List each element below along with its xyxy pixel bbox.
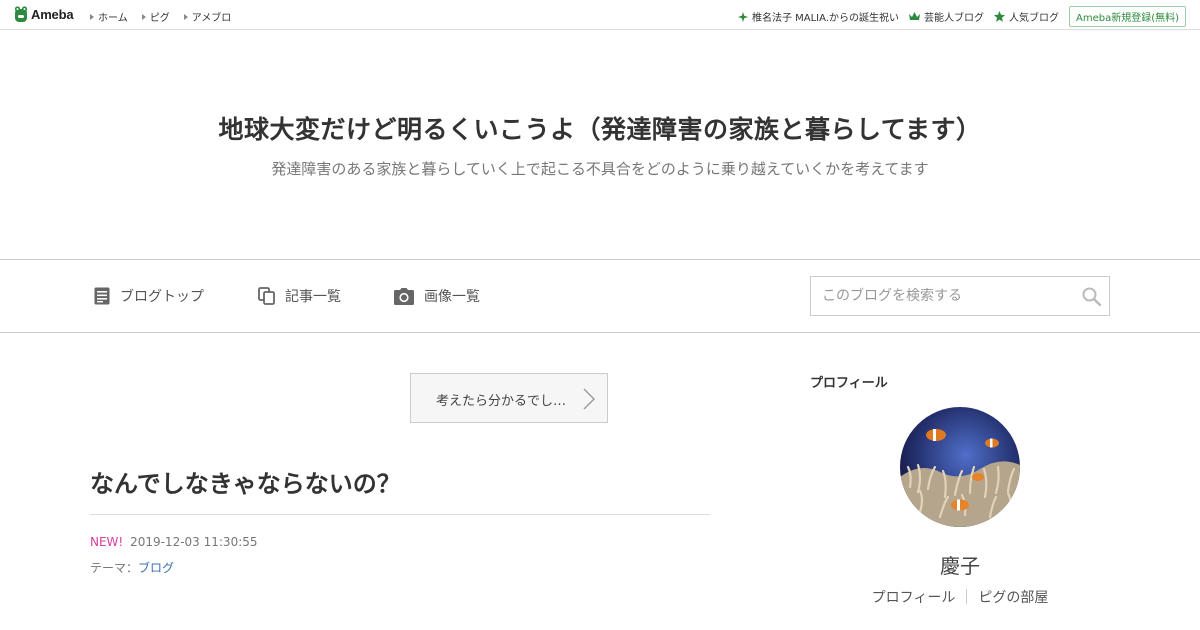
promo-link-label: 人気ブログ: [1008, 13, 1059, 24]
prev-entry-label: 考えたら分かるでし…: [436, 394, 567, 409]
avatar[interactable]: [900, 407, 1020, 527]
pigg-room-link[interactable]: ピグの部屋: [967, 587, 1059, 607]
profile-link[interactable]: プロフィール: [861, 587, 967, 607]
promo-link-celebrity[interactable]: 芸能人ブログ: [908, 9, 984, 24]
global-nav-label: ピグ: [149, 13, 170, 24]
star-icon: [993, 11, 1005, 22]
search-icon[interactable]: [1082, 287, 1101, 306]
promo-link-birthday[interactable]: 椎名法子 MALIA.からの誕生祝い: [737, 9, 899, 24]
copy-icon: [258, 287, 275, 305]
nav-blog-top[interactable]: ブログトップ: [94, 286, 204, 306]
new-badge: NEW!: [90, 535, 124, 549]
blog-nav: ブログトップ 記事一覧 画像一覧: [0, 259, 1200, 333]
ameba-logo-text: Ameba: [31, 7, 74, 22]
author-name[interactable]: 慶子: [810, 550, 1110, 579]
blog-search: [810, 276, 1110, 316]
article-meta: NEW! 2019-12-03 11:30:55: [90, 535, 258, 549]
avatar-image: [900, 407, 1020, 527]
nav-item-label: ブログトップ: [120, 289, 204, 305]
caret-right-icon: [183, 13, 188, 20]
promo-link-popular[interactable]: 人気ブログ: [993, 9, 1059, 24]
blog-description: 発達障害のある家族と暮らしていく上で起こる不具合をどのように乗り越えていくかを考…: [271, 160, 929, 178]
promo-link-label: 芸能人ブログ: [923, 13, 984, 24]
blog-search-input[interactable]: [811, 277, 1071, 315]
global-nav-ameblo[interactable]: アメブロ: [183, 9, 232, 24]
nav-entry-list[interactable]: 記事一覧: [258, 286, 341, 306]
global-nav-home[interactable]: ホーム: [90, 9, 128, 24]
article-title[interactable]: なんでしなきゃならないの？: [90, 464, 401, 499]
global-nav-label: ホーム: [98, 13, 128, 24]
ameba-logo[interactable]: Ameba: [14, 6, 74, 23]
chevron-right-icon: [583, 388, 595, 410]
global-nav-label: アメブロ: [191, 13, 232, 24]
article-title-divider: [90, 514, 710, 515]
sparkle-icon: [737, 11, 748, 22]
global-nav-pigg[interactable]: ピグ: [141, 9, 170, 24]
global-nav: ホーム ピグ アメブロ: [90, 9, 231, 24]
nav-item-label: 記事一覧: [285, 289, 341, 305]
header-promo-links: 椎名法子 MALIA.からの誕生祝い 芸能人ブログ 人気ブログ Ameba新規登…: [737, 6, 1186, 27]
article-timestamp: 2019-12-03 11:30:55: [130, 535, 258, 549]
promo-link-label: 椎名法子 MALIA.からの誕生祝い: [751, 13, 899, 24]
crown-icon: [908, 12, 920, 20]
camera-icon: [394, 287, 414, 305]
ameba-header: Ameba ホーム ピグ アメブロ 椎名法子 MALIA.からの誕生祝い 芸能人…: [0, 0, 1200, 30]
profile-heading: プロフィール: [810, 376, 888, 391]
theme-link[interactable]: ブログ: [138, 561, 174, 575]
caret-right-icon: [90, 13, 94, 20]
theme-label: テーマ：: [90, 561, 139, 575]
nav-item-label: 画像一覧: [424, 289, 480, 305]
register-button[interactable]: Ameba新規登録(無料): [1068, 6, 1186, 27]
document-icon: [94, 287, 110, 305]
prev-entry-link[interactable]: 考えたら分かるでし…: [410, 373, 608, 423]
caret-right-icon: [141, 13, 146, 20]
nav-image-list[interactable]: 画像一覧: [394, 286, 480, 306]
ameba-frog-icon: [14, 6, 28, 22]
profile-links: プロフィール ピグの部屋: [810, 587, 1110, 607]
article-theme: テーマ：ブログ: [90, 559, 174, 576]
blog-title[interactable]: 地球大変だけど明るくいこうよ（発達障害の家族と暮らしてます）: [0, 110, 1200, 146]
